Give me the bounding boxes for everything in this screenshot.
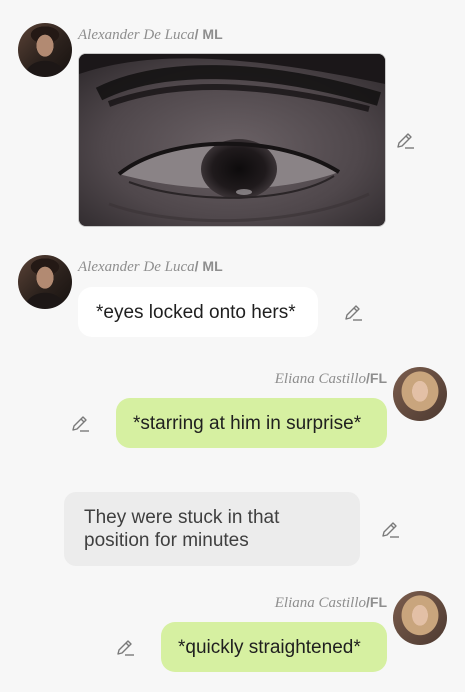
sender-role: ML (202, 26, 223, 42)
edit-message-button[interactable] (380, 519, 400, 539)
message-image[interactable] (78, 53, 386, 227)
edit-message-button[interactable] (395, 130, 415, 150)
separator: / (194, 258, 199, 274)
sender-role: FL (369, 370, 387, 386)
narration-bubble[interactable]: They were stuck in that position for min… (64, 492, 360, 566)
narration-line: They were stuck in that (84, 507, 280, 528)
separator: / (194, 26, 199, 42)
edit-message-button[interactable] (343, 302, 363, 322)
sender-name: Eliana Castillo (274, 595, 366, 611)
message-text: *quickly straightened* (178, 636, 361, 658)
sender-role: ML (202, 258, 223, 274)
eye-photo (79, 54, 385, 226)
pencil-icon (397, 133, 414, 149)
message-bubble[interactable]: *eyes locked onto hers* (78, 287, 318, 337)
edit-message-button[interactable] (115, 637, 135, 657)
pencil-icon (117, 640, 134, 656)
ml-avatar[interactable] (18, 255, 72, 309)
sender-label: Alexander De Luca/ ML (78, 258, 223, 276)
sender-label: Eliana Castillo/FL (275, 594, 387, 612)
fl-avatar[interactable] (393, 367, 447, 421)
pencil-icon (72, 416, 89, 432)
sender-name: Alexander De Luca (78, 259, 195, 275)
message-bubble[interactable]: *starring at him in surprise* (116, 398, 387, 448)
sender-role: FL (369, 594, 387, 610)
message-text: *starring at him in surprise* (133, 412, 362, 434)
pencil-icon (345, 305, 362, 321)
fl-avatar[interactable] (393, 591, 447, 645)
ml-avatar[interactable] (18, 23, 72, 77)
narration-line: position for minutes (84, 530, 249, 551)
sender-name: Eliana Castillo (274, 371, 366, 387)
message-bubble[interactable]: *quickly straightened* (161, 622, 387, 672)
sender-label: Eliana Castillo/FL (275, 370, 387, 388)
sender-label: Alexander De Luca/ ML (78, 26, 223, 44)
message-text: *eyes locked onto hers* (96, 301, 296, 323)
pencil-icon (382, 522, 399, 538)
edit-message-button[interactable] (70, 413, 90, 433)
sender-name: Alexander De Luca (78, 27, 195, 43)
